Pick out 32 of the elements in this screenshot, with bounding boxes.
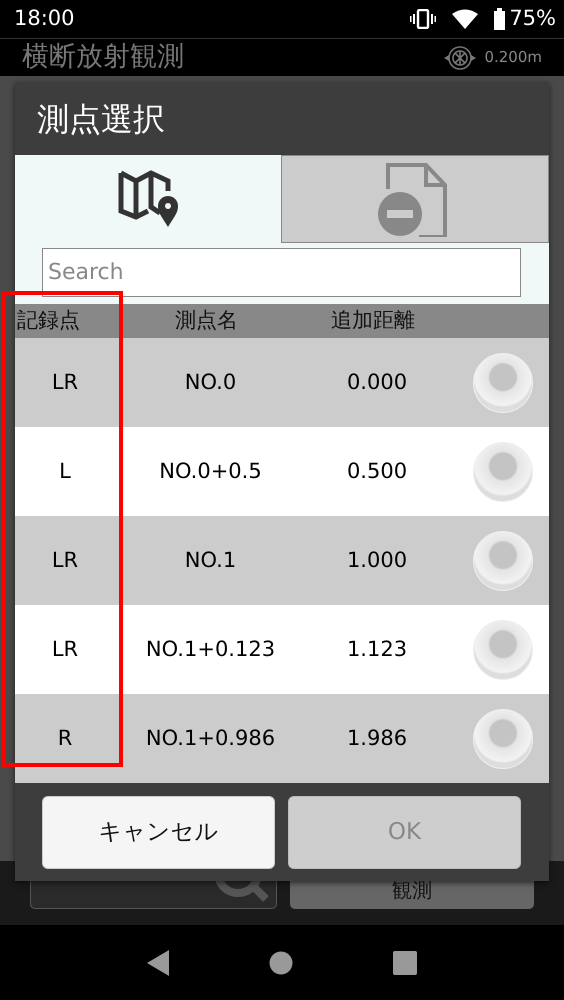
battery-level: 75% — [509, 5, 556, 32]
column-header: 記録点 — [16, 307, 81, 334]
table-cell-text: LR — [50, 368, 80, 396]
wifi-icon — [452, 9, 478, 29]
battery-icon — [494, 8, 506, 30]
table-cell-text: 1.123 — [346, 636, 408, 663]
table-cell-text: LR — [50, 636, 80, 663]
table-cell-text: NO.1+0.123 — [144, 636, 276, 663]
table-cell-text: LR — [50, 546, 80, 574]
table-cell-text: R — [56, 724, 74, 752]
column-header: 測点名 — [174, 307, 239, 334]
search-field[interactable]: Search — [42, 248, 521, 297]
compass-wheel-icon — [444, 44, 476, 72]
back-icon[interactable] — [147, 950, 169, 976]
column-header: 追加距離 — [330, 307, 416, 334]
distance-reading: 0.200m — [484, 47, 542, 68]
table-cell-text: 0.000 — [346, 368, 408, 396]
table-cell-text: 1.000 — [346, 546, 408, 574]
dialog-title: 測点選択 — [36, 98, 166, 140]
table-cell-text: 1.986 — [346, 724, 408, 752]
table-cell-text: 0.500 — [346, 458, 408, 485]
table-cell-text: NO.0+0.5 — [158, 458, 263, 485]
table-cell-text: L — [58, 458, 72, 485]
table-cell-text: NO.1 — [184, 546, 238, 574]
table-cell-text: NO.0 — [184, 368, 238, 396]
table-cell-text: NO.1+0.986 — [144, 724, 276, 752]
vibrate-icon — [410, 9, 436, 29]
recents-icon[interactable] — [393, 950, 417, 974]
status-time: 18:00 — [14, 5, 75, 32]
cancel-button[interactable]: キャンセル — [42, 796, 275, 869]
app-title: 横断放射観測 — [22, 40, 184, 74]
home-icon[interactable] — [269, 950, 293, 974]
